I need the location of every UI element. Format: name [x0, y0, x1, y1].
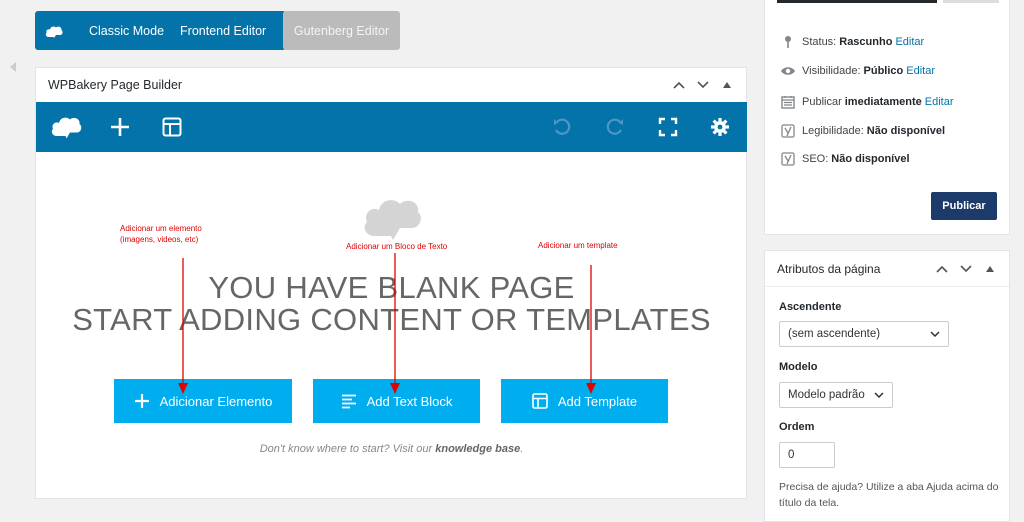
chevron-down-icon [930, 328, 940, 340]
publish-date-value: imediatamente [844, 96, 922, 108]
gutenberg-editor-button[interactable]: Gutenberg Editor [283, 11, 400, 50]
yoast-seo-icon [779, 152, 797, 166]
wpbakery-logo-icon [45, 25, 63, 38]
annotation-arrows [178, 253, 596, 394]
wpbakery-panel: WPBakery Page Builder YOU HAVE BLANK PAG… [35, 67, 747, 499]
order-label: Ordem [779, 421, 815, 433]
visibility-value: Público [863, 65, 904, 77]
readability-label: Legibilidade: [802, 125, 864, 137]
visibility-row: Visibilidade: Público Editar [779, 65, 935, 77]
publish-date-label: Publicar [802, 96, 842, 108]
yoast-icon [779, 124, 797, 138]
toggle-panel-icon[interactable] [983, 262, 997, 276]
page-attributes-title: Atributos da página [777, 261, 881, 276]
parent-select-value: (sem ascendente) [788, 328, 881, 340]
move-down-icon[interactable] [959, 262, 973, 276]
page-attributes-help: Precisa de ajuda? Utilize a aba Ajuda ac… [779, 481, 999, 509]
eye-icon [779, 66, 797, 76]
page-attributes-box: Atributos da página Ascendente (sem asce… [764, 250, 1010, 522]
page-attributes-header: Atributos da página [765, 251, 1009, 287]
pin-icon [779, 35, 797, 49]
classic-mode-button[interactable]: Classic Mode [81, 24, 172, 38]
move-up-icon[interactable] [935, 262, 949, 276]
editor-mode-toolbar: Classic Mode Frontend Editor [35, 11, 287, 50]
preview-button-edge[interactable] [777, 0, 937, 3]
order-input[interactable]: 0 [779, 442, 835, 468]
save-button-edge[interactable] [943, 0, 999, 3]
calendar-icon [779, 95, 797, 109]
readability-row: Legibilidade: Não disponível [779, 124, 948, 138]
template-label: Modelo [779, 361, 818, 373]
status-label: Status: [802, 36, 837, 48]
publish-date-edit-link[interactable]: Editar [925, 96, 954, 108]
chevron-down-icon [874, 389, 884, 401]
template-select-value: Modelo padrão [788, 389, 865, 401]
visibility-label: Visibilidade: [802, 65, 861, 77]
visibility-edit-link[interactable]: Editar [906, 65, 935, 77]
seo-label: SEO: [802, 153, 829, 165]
readability-value: Não disponível [866, 125, 946, 137]
publish-button[interactable]: Publicar [931, 192, 997, 220]
collapse-arrow-icon [10, 62, 16, 72]
status-row: Status: Rascunho Editar [779, 35, 924, 49]
seo-value: Não disponível [831, 153, 910, 165]
status-value: Rascunho [839, 36, 893, 48]
template-select[interactable]: Modelo padrão [779, 382, 893, 408]
publish-date-row: Publicar imediatamente Editar [779, 95, 954, 109]
status-edit-link[interactable]: Editar [895, 36, 924, 48]
frontend-editor-button[interactable]: Frontend Editor [172, 24, 274, 38]
parent-select[interactable]: (sem ascendente) [779, 321, 949, 347]
parent-label: Ascendente [779, 301, 842, 313]
publish-box: Status: Rascunho Editar Visibilidade: Pú… [764, 0, 1010, 235]
seo-row: SEO: Não disponível [779, 152, 913, 166]
